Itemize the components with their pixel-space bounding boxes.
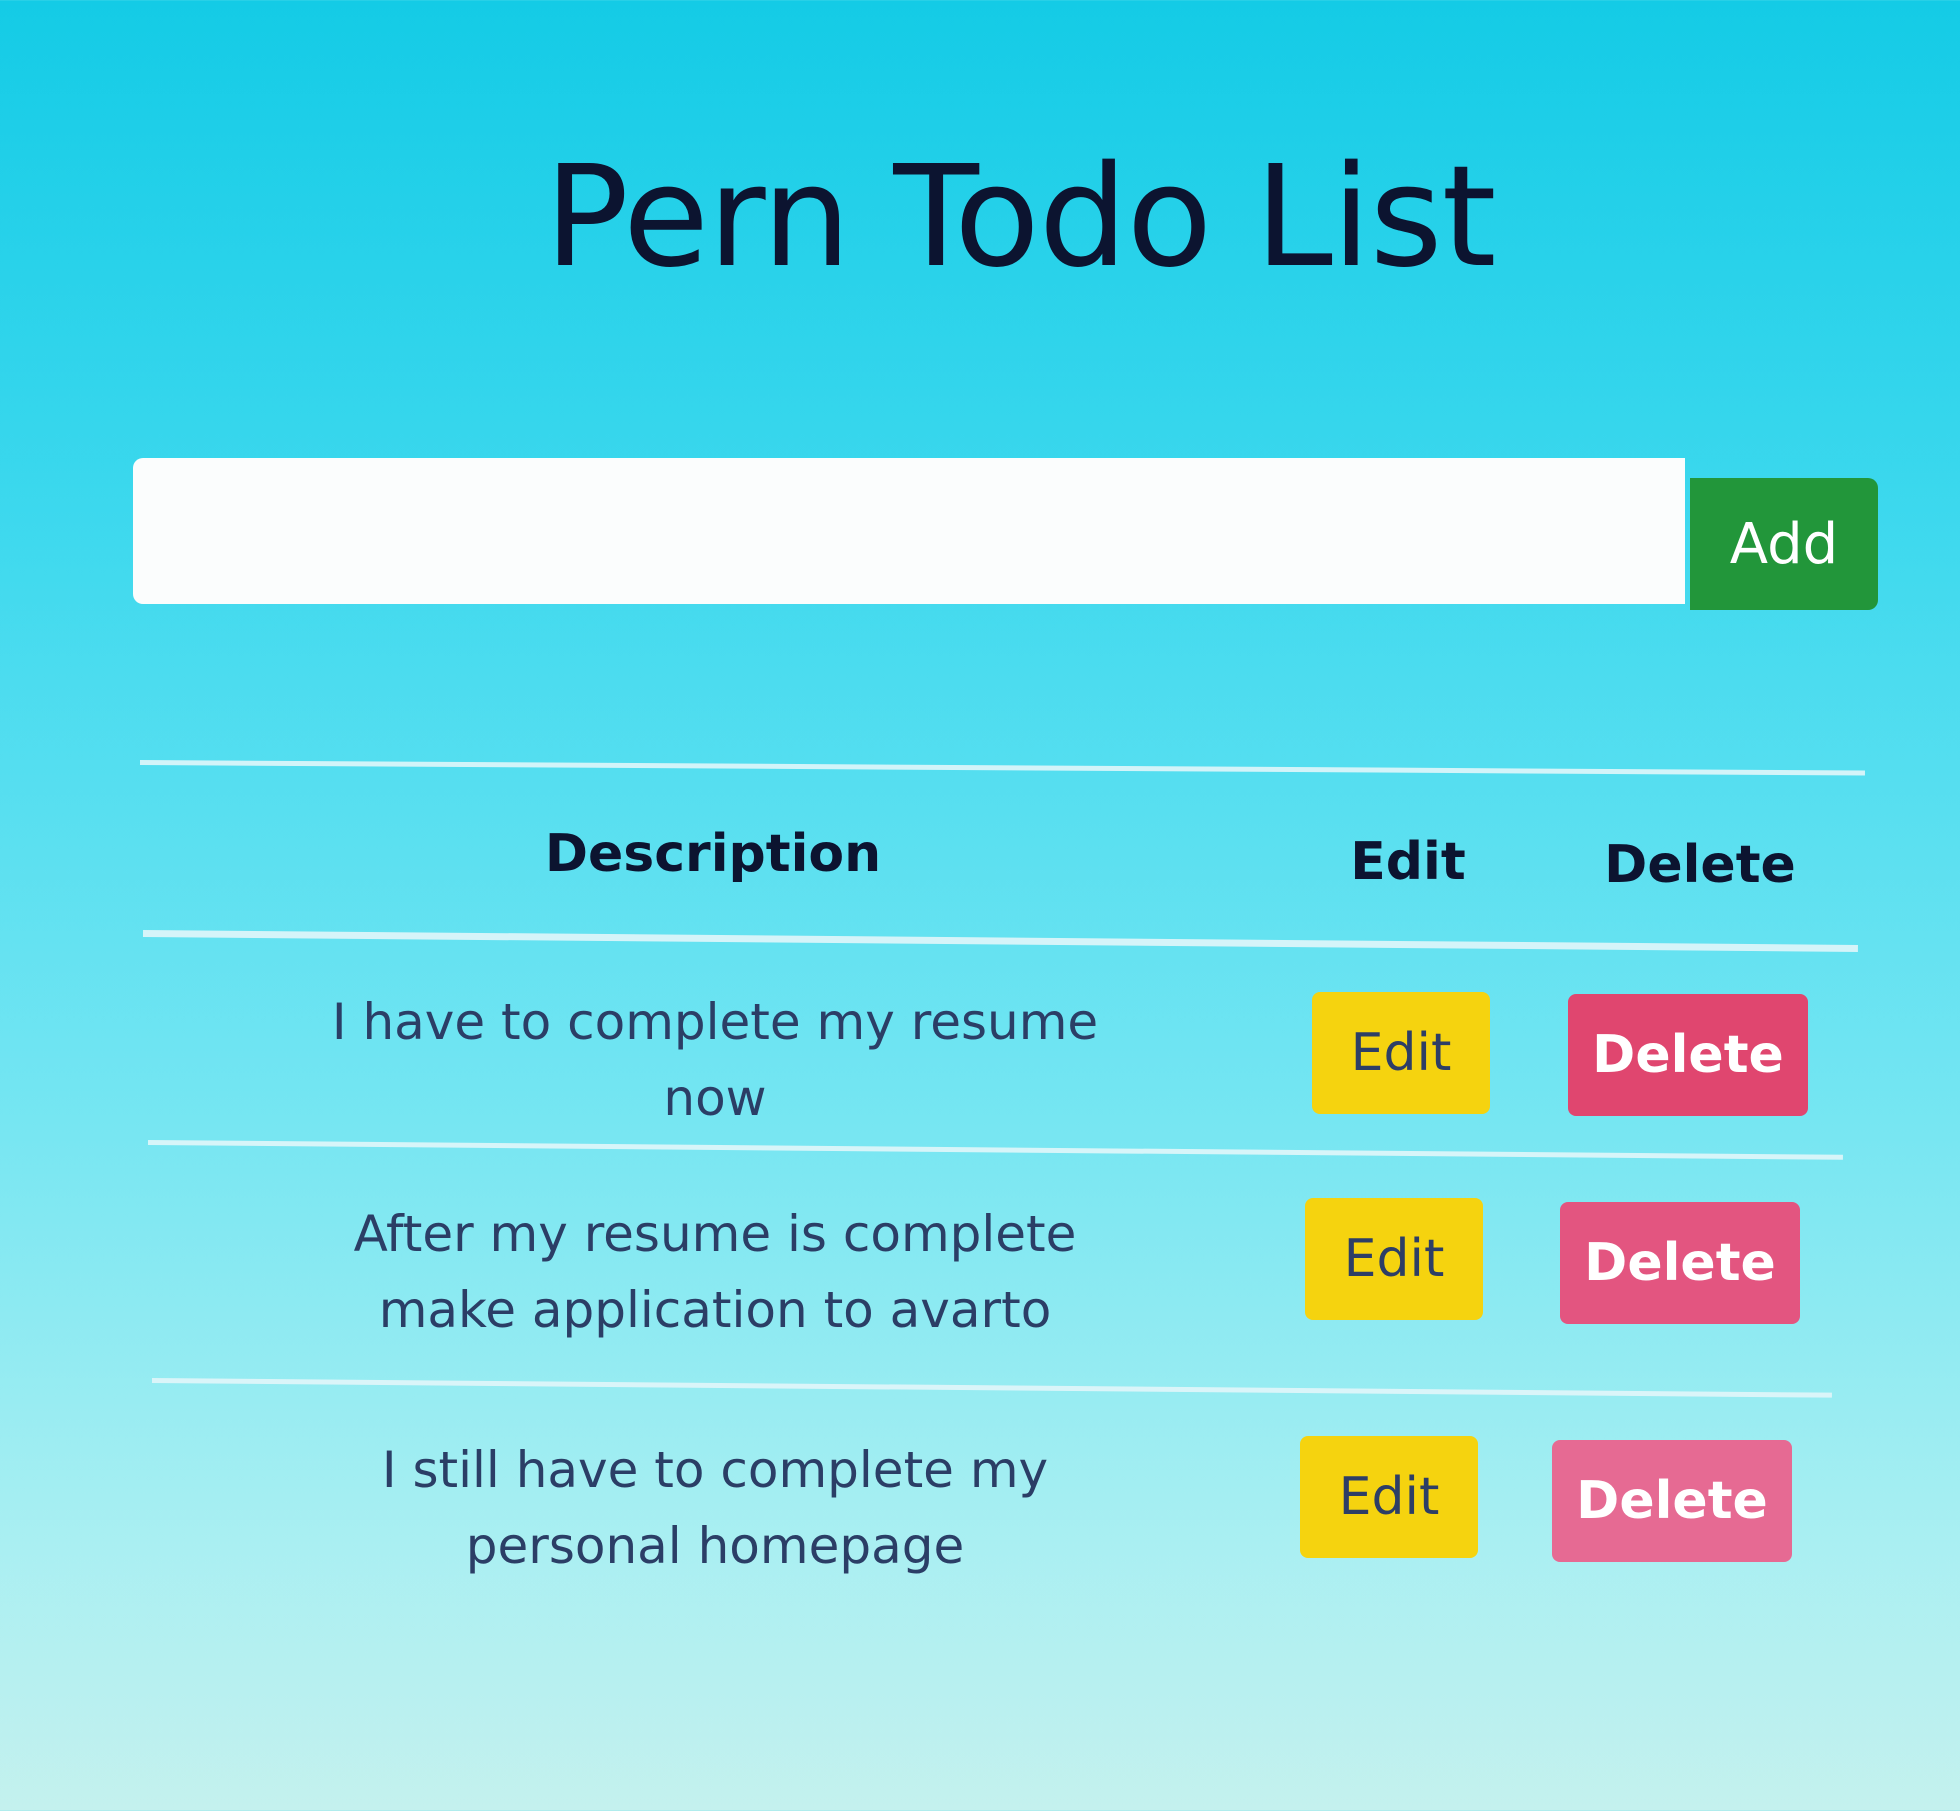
page-title: Pern Todo List <box>544 136 1496 299</box>
delete-button[interactable]: Delete <box>1568 994 1808 1116</box>
row-description: I have to complete my resume now <box>331 993 1099 1127</box>
edit-button[interactable]: Edit <box>1312 992 1490 1114</box>
edit-button[interactable]: Edit <box>1305 1198 1483 1320</box>
todo-input[interactable] <box>133 458 1685 604</box>
add-button[interactable]: Add <box>1690 478 1878 610</box>
table-top-border <box>139 760 1865 776</box>
row-divider <box>151 1378 1832 1398</box>
table-header-border <box>142 930 1858 952</box>
header-delete: Delete <box>1604 835 1796 895</box>
row-divider <box>147 1140 1843 1160</box>
edit-button[interactable]: Edit <box>1300 1436 1478 1558</box>
header-description: Description <box>544 824 882 884</box>
delete-button[interactable]: Delete <box>1552 1440 1792 1562</box>
row-description: I still have to complete my personal hom… <box>381 1441 1049 1575</box>
delete-button[interactable]: Delete <box>1560 1202 1800 1324</box>
header-edit: Edit <box>1350 832 1466 892</box>
row-description: After my resume is complete make applica… <box>353 1205 1077 1339</box>
